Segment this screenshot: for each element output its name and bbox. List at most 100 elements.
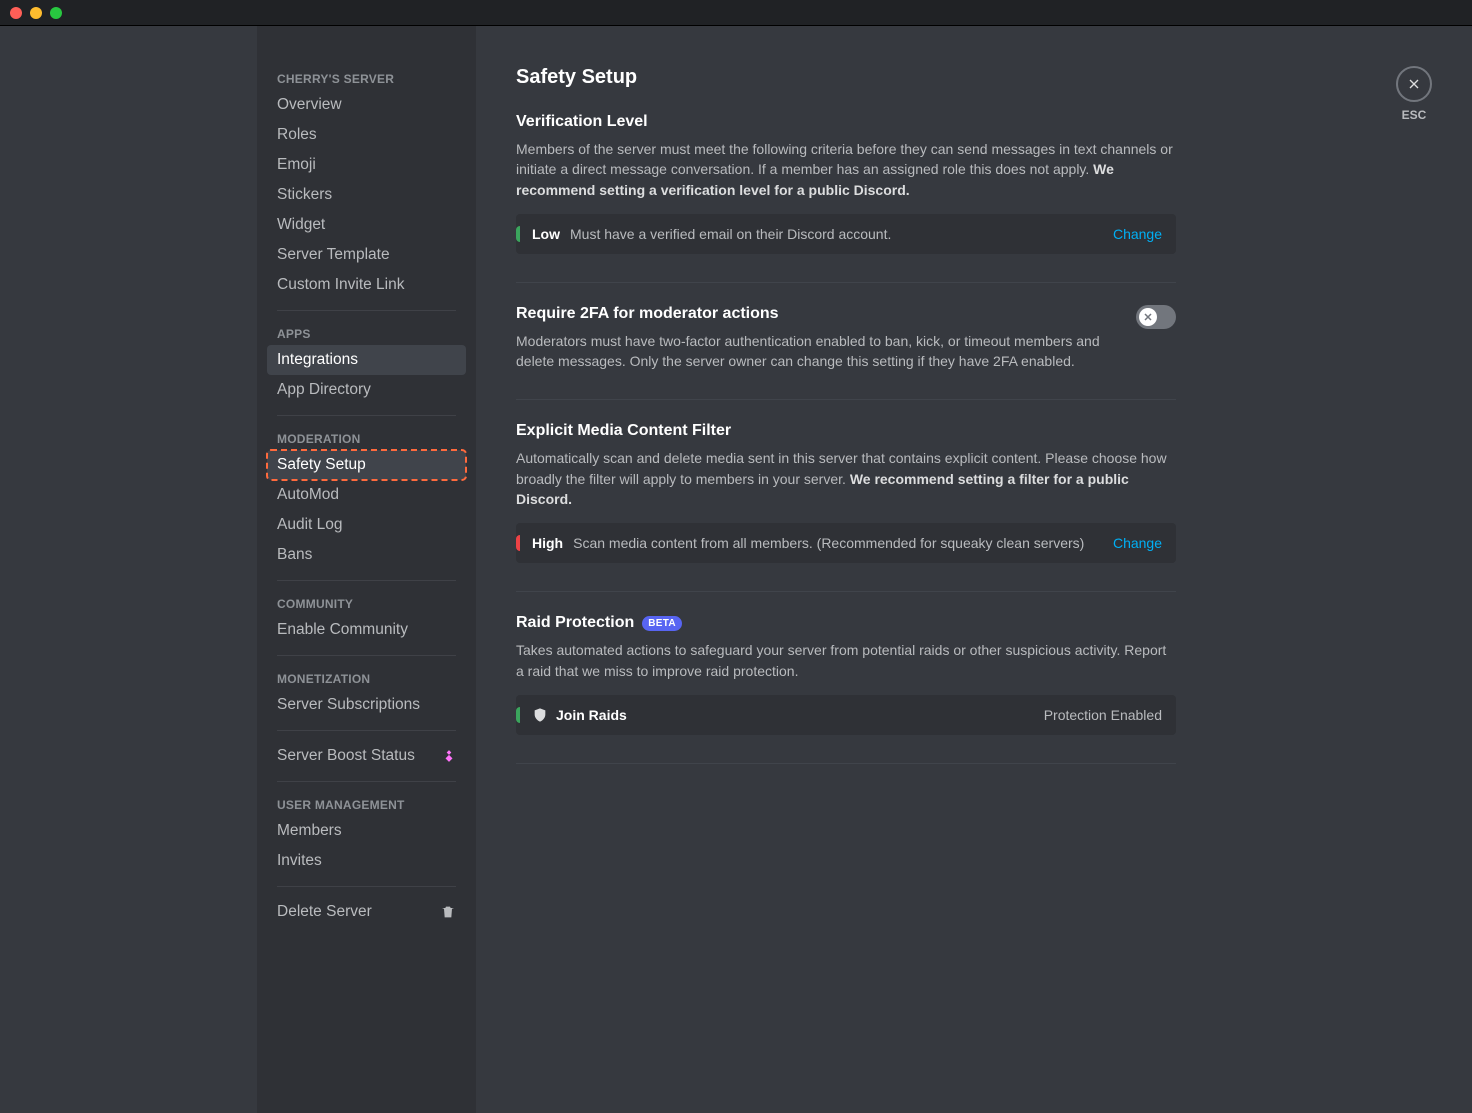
section-raid-protection: Raid Protection BETA Takes automated act… [516,614,1176,735]
verification-level-description: Must have a verified email on their Disc… [570,226,1113,242]
sidebar-item-automod[interactable]: AutoMod [267,480,466,510]
sidebar-item-widget[interactable]: Widget [267,210,466,240]
sidebar-item-label: Members [277,822,342,840]
sidebar-item-stickers[interactable]: Stickers [267,180,466,210]
sidebar-item-custom-invite-link[interactable]: Custom Invite Link [267,270,466,300]
window-zoom-traffic[interactable] [50,7,62,19]
settings-main: ESC Safety Setup Verification Level Memb… [476,26,1472,1113]
explicit-filter-card: High Scan media content from all members… [516,523,1176,563]
sidebar-item-label: App Directory [277,381,371,399]
sidebar-divider [277,781,456,782]
section-title: Explicit Media Content Filter [516,422,1176,440]
boost-gem-icon [442,749,456,763]
sidebar-item-delete-server[interactable]: Delete Server [267,897,466,927]
section-explicit-filter: Explicit Media Content Filter Automatica… [516,422,1176,563]
sidebar-item-label: Widget [277,216,325,234]
sidebar-divider [277,310,456,311]
sidebar-item-label: Overview [277,96,342,114]
toggle-off-x-icon [1142,311,1154,323]
section-divider [516,591,1176,592]
raid-protection-card[interactable]: Join Raids Protection Enabled [516,695,1176,735]
sidebar-item-label: Delete Server [277,903,372,921]
sidebar-divider [277,730,456,731]
explicit-filter-level-value: High [532,535,563,551]
sidebar-item-label: Server Subscriptions [277,696,420,714]
sidebar-item-bans[interactable]: Bans [267,540,466,570]
sidebar-item-server-subscriptions[interactable]: Server Subscriptions [267,690,466,720]
section-require-2fa: Require 2FA for moderator actions Modera… [516,305,1176,372]
sidebar-header-community: COMMUNITY [267,591,466,615]
page-title: Safety Setup [516,66,1176,89]
sidebar-header-user-management: USER MANAGEMENT [267,792,466,816]
change-explicit-filter-button[interactable]: Change [1113,535,1162,551]
sidebar-item-roles[interactable]: Roles [267,120,466,150]
sidebar-item-label: Server Template [277,246,390,264]
section-description-text: Members of the server must meet the foll… [516,141,1173,177]
toggle-knob [1139,308,1157,326]
sidebar-header-apps: APPS [267,321,466,345]
trash-icon [440,904,456,920]
sidebar-divider [277,886,456,887]
window-close-traffic[interactable] [10,7,22,19]
beta-badge: BETA [642,616,682,631]
accent-bar [516,707,520,723]
accent-bar [516,226,520,242]
section-description: Members of the server must meet the foll… [516,139,1176,200]
sidebar-header-monetization: MONETIZATION [267,666,466,690]
sidebar-item-integrations[interactable]: Integrations [267,345,466,375]
accent-bar [516,535,520,551]
section-divider [516,282,1176,283]
sidebar-item-server-boost-status[interactable]: Server Boost Status [267,741,466,771]
sidebar-item-audit-log[interactable]: Audit Log [267,510,466,540]
section-divider [516,399,1176,400]
sidebar-item-label: Emoji [277,156,316,174]
sidebar-header-moderation: MODERATION [267,426,466,450]
require-2fa-toggle[interactable] [1136,305,1176,329]
window-minimize-traffic[interactable] [30,7,42,19]
close-settings-button[interactable] [1396,66,1432,102]
raid-row-title: Join Raids [556,707,627,723]
sidebar-item-emoji[interactable]: Emoji [267,150,466,180]
sidebar-item-label: AutoMod [277,486,339,504]
sidebar-item-label: Enable Community [277,621,408,639]
verification-level-card: Low Must have a verified email on their … [516,214,1176,254]
sidebar-item-app-directory[interactable]: App Directory [267,375,466,405]
section-description: Moderators must have two-factor authenti… [516,331,1122,372]
sidebar-item-label: Server Boost Status [277,747,415,765]
app-left-gutter [0,26,257,1113]
window-titlebar [0,0,1472,26]
sidebar-header-server: CHERRY'S SERVER [267,66,466,90]
sidebar-item-server-template[interactable]: Server Template [267,240,466,270]
section-title: Verification Level [516,113,1176,131]
sidebar-item-label: Roles [277,126,317,144]
sidebar-item-label: Safety Setup [277,456,366,474]
sidebar-item-label: Bans [277,546,312,564]
close-icon [1406,76,1422,92]
section-title: Require 2FA for moderator actions [516,305,1122,323]
section-title-text: Raid Protection [516,614,634,632]
section-divider [516,763,1176,764]
section-description: Takes automated actions to safeguard you… [516,640,1176,681]
section-description: Automatically scan and delete media sent… [516,448,1176,509]
sidebar-item-invites[interactable]: Invites [267,846,466,876]
section-verification-level: Verification Level Members of the server… [516,113,1176,254]
verification-level-value: Low [532,226,560,242]
sidebar-divider [277,655,456,656]
esc-label: ESC [1396,108,1432,122]
change-verification-button[interactable]: Change [1113,226,1162,242]
sidebar-item-label: Integrations [277,351,358,369]
sidebar-item-safety-setup[interactable]: Safety Setup [267,450,466,480]
shield-icon [532,707,548,723]
section-title: Raid Protection BETA [516,614,1176,632]
sidebar-item-members[interactable]: Members [267,816,466,846]
sidebar-divider [277,580,456,581]
raid-status: Protection Enabled [1044,707,1162,723]
sidebar-item-label: Audit Log [277,516,343,534]
sidebar-item-label: Invites [277,852,322,870]
sidebar-divider [277,415,456,416]
explicit-filter-level-description: Scan media content from all members. (Re… [573,535,1113,551]
settings-sidebar: CHERRY'S SERVER Overview Roles Emoji Sti… [257,26,476,1113]
sidebar-item-enable-community[interactable]: Enable Community [267,615,466,645]
sidebar-item-overview[interactable]: Overview [267,90,466,120]
sidebar-item-label: Custom Invite Link [277,276,405,294]
